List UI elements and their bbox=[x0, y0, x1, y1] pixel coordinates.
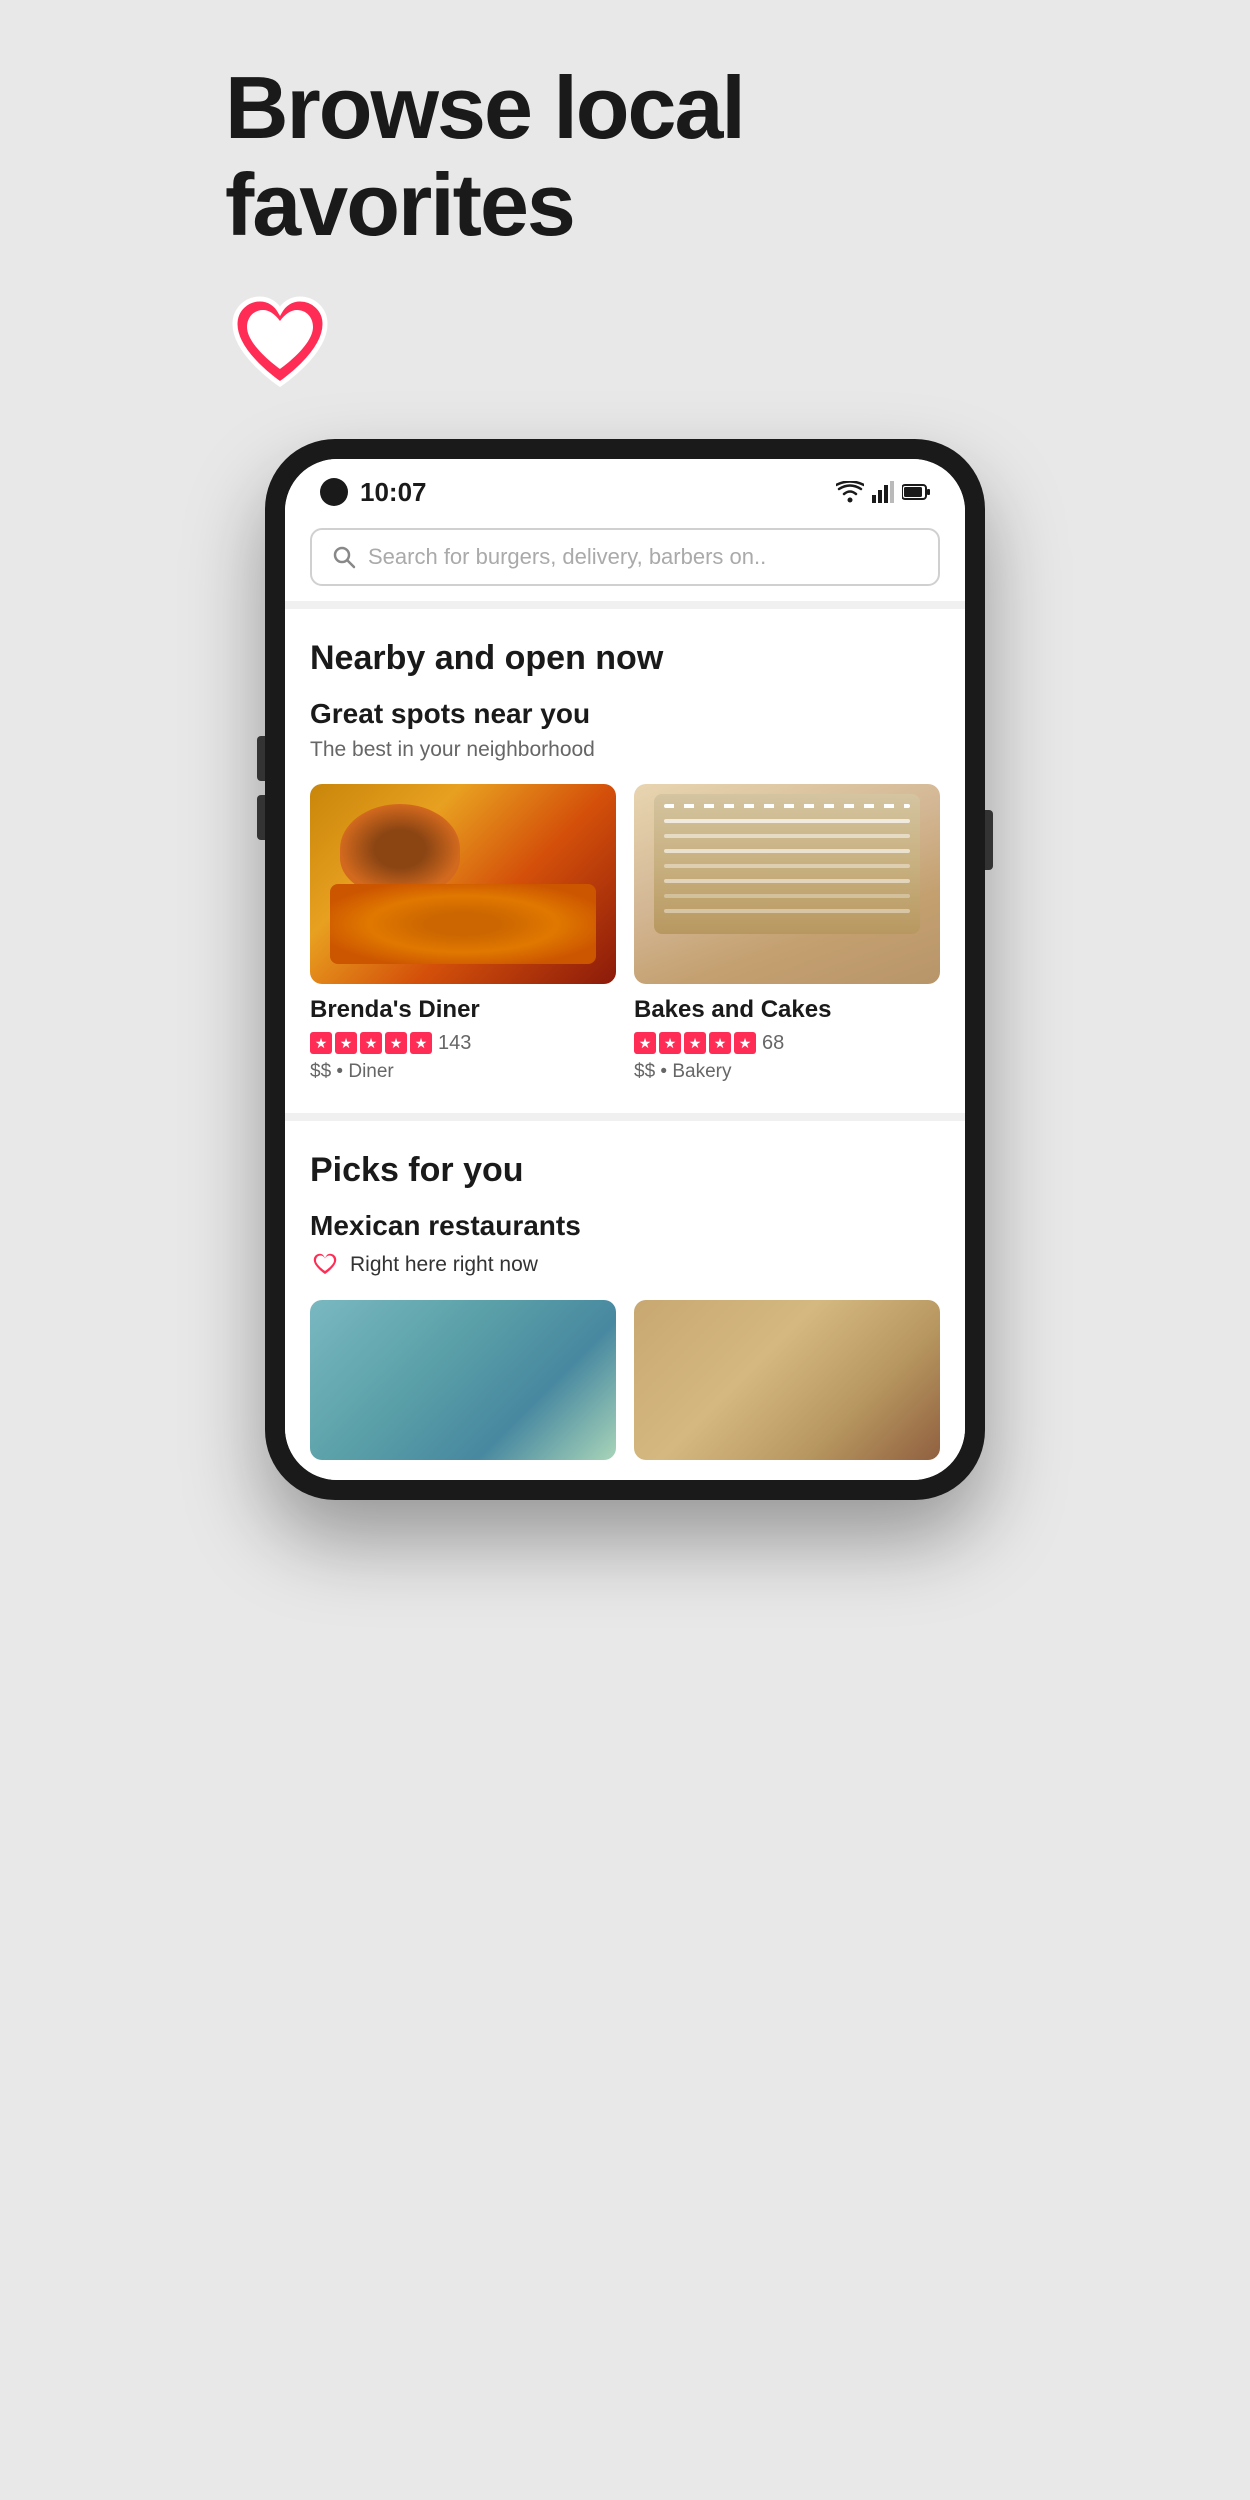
status-time: 10:07 bbox=[360, 477, 427, 508]
hero-title: Browse local favorites bbox=[225, 60, 1025, 254]
restaurant-cards-row: Brenda's Diner ★ ★ ★ ★ ★ 143 bbox=[310, 784, 940, 1083]
nearby-section-title: Nearby and open now bbox=[310, 639, 940, 678]
brendas-rating-row: ★ ★ ★ ★ ★ 143 bbox=[310, 1032, 616, 1055]
bakes-and-cakes-image bbox=[634, 784, 940, 984]
battery-icon bbox=[902, 483, 930, 501]
phone-screen: 10:07 bbox=[285, 459, 965, 1480]
bakes-and-cakes-name: Bakes and Cakes bbox=[634, 996, 940, 1024]
status-icons bbox=[836, 481, 930, 503]
volume-buttons bbox=[257, 736, 265, 840]
bakes-star-3: ★ bbox=[684, 1032, 706, 1054]
brendas-diner-image bbox=[310, 784, 616, 984]
power-button bbox=[985, 810, 993, 870]
bakes-and-cakes-card[interactable]: Bakes and Cakes ★ ★ ★ ★ ★ 68 bbox=[634, 784, 940, 1083]
star-1: ★ bbox=[310, 1032, 332, 1054]
bakes-star-2: ★ bbox=[659, 1032, 681, 1054]
search-icon bbox=[332, 545, 356, 569]
picks-subtitle-row: Right here right now bbox=[310, 1252, 940, 1278]
volume-up-button bbox=[257, 736, 265, 781]
signal-icon bbox=[872, 481, 894, 503]
brendas-review-count: 143 bbox=[438, 1032, 471, 1055]
bakes-stars: ★ ★ ★ ★ ★ bbox=[634, 1032, 756, 1054]
picks-subtitle-text: Right here right now bbox=[350, 1253, 538, 1277]
phone-frame: 10:07 bbox=[265, 439, 985, 1500]
status-left: 10:07 bbox=[320, 477, 427, 508]
star-3: ★ bbox=[360, 1032, 382, 1054]
search-container: Search for burgers, delivery, barbers on… bbox=[285, 518, 965, 601]
volume-down-button bbox=[257, 795, 265, 840]
bakes-star-1: ★ bbox=[634, 1032, 656, 1054]
nearby-section: Nearby and open now Great spots near you… bbox=[285, 609, 965, 1113]
picks-divider bbox=[285, 1113, 965, 1121]
bakes-meta: $$ • Bakery bbox=[634, 1061, 940, 1083]
small-heart-icon bbox=[310, 1252, 340, 1278]
camera-icon bbox=[320, 478, 348, 506]
nearby-subsection-title: Great spots near you bbox=[310, 698, 940, 730]
brendas-diner-card[interactable]: Brenda's Diner ★ ★ ★ ★ ★ 143 bbox=[310, 784, 616, 1083]
hero-section: Browse local favorites bbox=[225, 60, 1025, 399]
phone-wrapper: 10:07 bbox=[265, 439, 985, 1500]
bakes-food-photo bbox=[634, 784, 940, 984]
status-bar: 10:07 bbox=[285, 459, 965, 518]
mexican-restaurants-title: Mexican restaurants bbox=[310, 1210, 940, 1242]
brendas-stars: ★ ★ ★ ★ ★ bbox=[310, 1032, 432, 1054]
star-2: ★ bbox=[335, 1032, 357, 1054]
section-divider bbox=[285, 601, 965, 609]
bakes-star-5: ★ bbox=[734, 1032, 756, 1054]
bakes-review-count: 68 bbox=[762, 1032, 784, 1055]
picks-section: Picks for you Mexican restaurants Right … bbox=[285, 1121, 965, 1480]
mexican-card-2[interactable] bbox=[634, 1300, 940, 1460]
bakes-rating-row: ★ ★ ★ ★ ★ 68 bbox=[634, 1032, 940, 1055]
brendas-food-photo bbox=[310, 784, 616, 984]
bakes-star-4: ★ bbox=[709, 1032, 731, 1054]
nearby-subsection-subtitle: The best in your neighborhood bbox=[310, 738, 940, 762]
yelp-heart-logo bbox=[225, 294, 335, 394]
picks-title: Picks for you bbox=[310, 1151, 940, 1190]
brendas-diner-name: Brenda's Diner bbox=[310, 996, 616, 1024]
search-input[interactable]: Search for burgers, delivery, barbers on… bbox=[368, 544, 766, 570]
mexican-card-1[interactable] bbox=[310, 1300, 616, 1460]
search-bar[interactable]: Search for burgers, delivery, barbers on… bbox=[310, 528, 940, 586]
wifi-icon bbox=[836, 481, 864, 503]
brendas-meta: $$ • Diner bbox=[310, 1061, 616, 1083]
star-4: ★ bbox=[385, 1032, 407, 1054]
star-5: ★ bbox=[410, 1032, 432, 1054]
bottom-cards-row bbox=[310, 1300, 940, 1460]
